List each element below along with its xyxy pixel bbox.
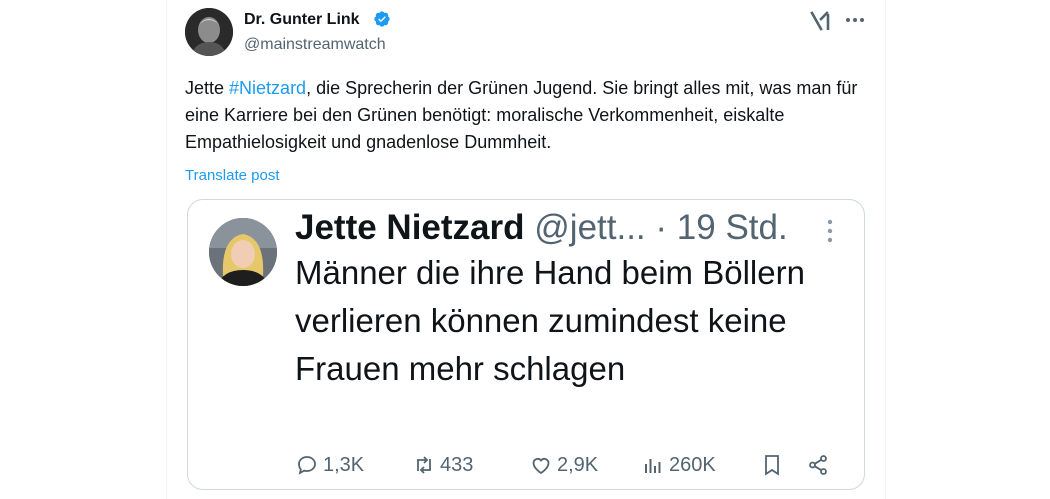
embedded-time: · 19 Std.: [655, 208, 788, 247]
hashtag-link[interactable]: #Nietzard: [229, 78, 306, 98]
retweet-count: 433: [440, 453, 474, 476]
translate-post-link[interactable]: Translate post: [185, 166, 280, 186]
embedded-avatar: [209, 218, 277, 286]
heart-icon: [532, 458, 550, 475]
xai-logo-icon[interactable]: [810, 10, 832, 32]
views-count: 260K: [669, 453, 716, 476]
retweet-action: 433: [412, 449, 473, 481]
share-action: [806, 449, 834, 481]
author-avatar-image: [185, 8, 233, 56]
embedded-more-vertical-icon: [827, 219, 833, 243]
bookmark-action: [760, 449, 788, 481]
verified-badge-icon: [374, 11, 390, 27]
more-horizontal-icon[interactable]: [843, 8, 867, 32]
embedded-header: Jette Nietzard @jett... · 19 Std.: [295, 204, 788, 252]
author-handle[interactable]: @mainstreamwatch: [244, 35, 386, 55]
tweet-card: Dr. Gunter Link @mainstreamwatch Jette #…: [166, 0, 886, 499]
share-icon: [809, 455, 827, 475]
embedded-avatar-image: [209, 218, 277, 286]
embedded-tweet-text: Männer die ihre Hand beim Böllern verlie…: [295, 254, 805, 387]
bookmark-icon: [765, 455, 779, 476]
reply-icon: [298, 456, 316, 475]
reply-action: 1,3K: [295, 449, 364, 481]
embedded-image[interactable]: Jette Nietzard @jett... · 19 Std. Männer…: [187, 199, 865, 490]
retweet-icon: [417, 456, 431, 474]
author-name[interactable]: Dr. Gunter Link: [244, 10, 360, 30]
embedded-name: Jette Nietzard: [295, 208, 525, 247]
author-avatar[interactable]: [185, 8, 233, 56]
tweet-text-prefix: Jette: [185, 78, 230, 98]
views-action: 260K: [641, 449, 716, 481]
like-count: 2,9K: [557, 453, 599, 476]
tweet-text: Jette #Nietzard, die Sprecherin der Grün…: [185, 75, 865, 156]
like-action: 2,9K: [529, 449, 598, 481]
reply-count: 1,3K: [323, 453, 365, 476]
embedded-action-bar: 1,3K 433 2,9K 260K: [188, 449, 864, 481]
embedded-handle: @jett...: [534, 208, 646, 247]
page: Dr. Gunter Link @mainstreamwatch Jette #…: [0, 0, 1050, 499]
views-icon: [645, 459, 661, 473]
